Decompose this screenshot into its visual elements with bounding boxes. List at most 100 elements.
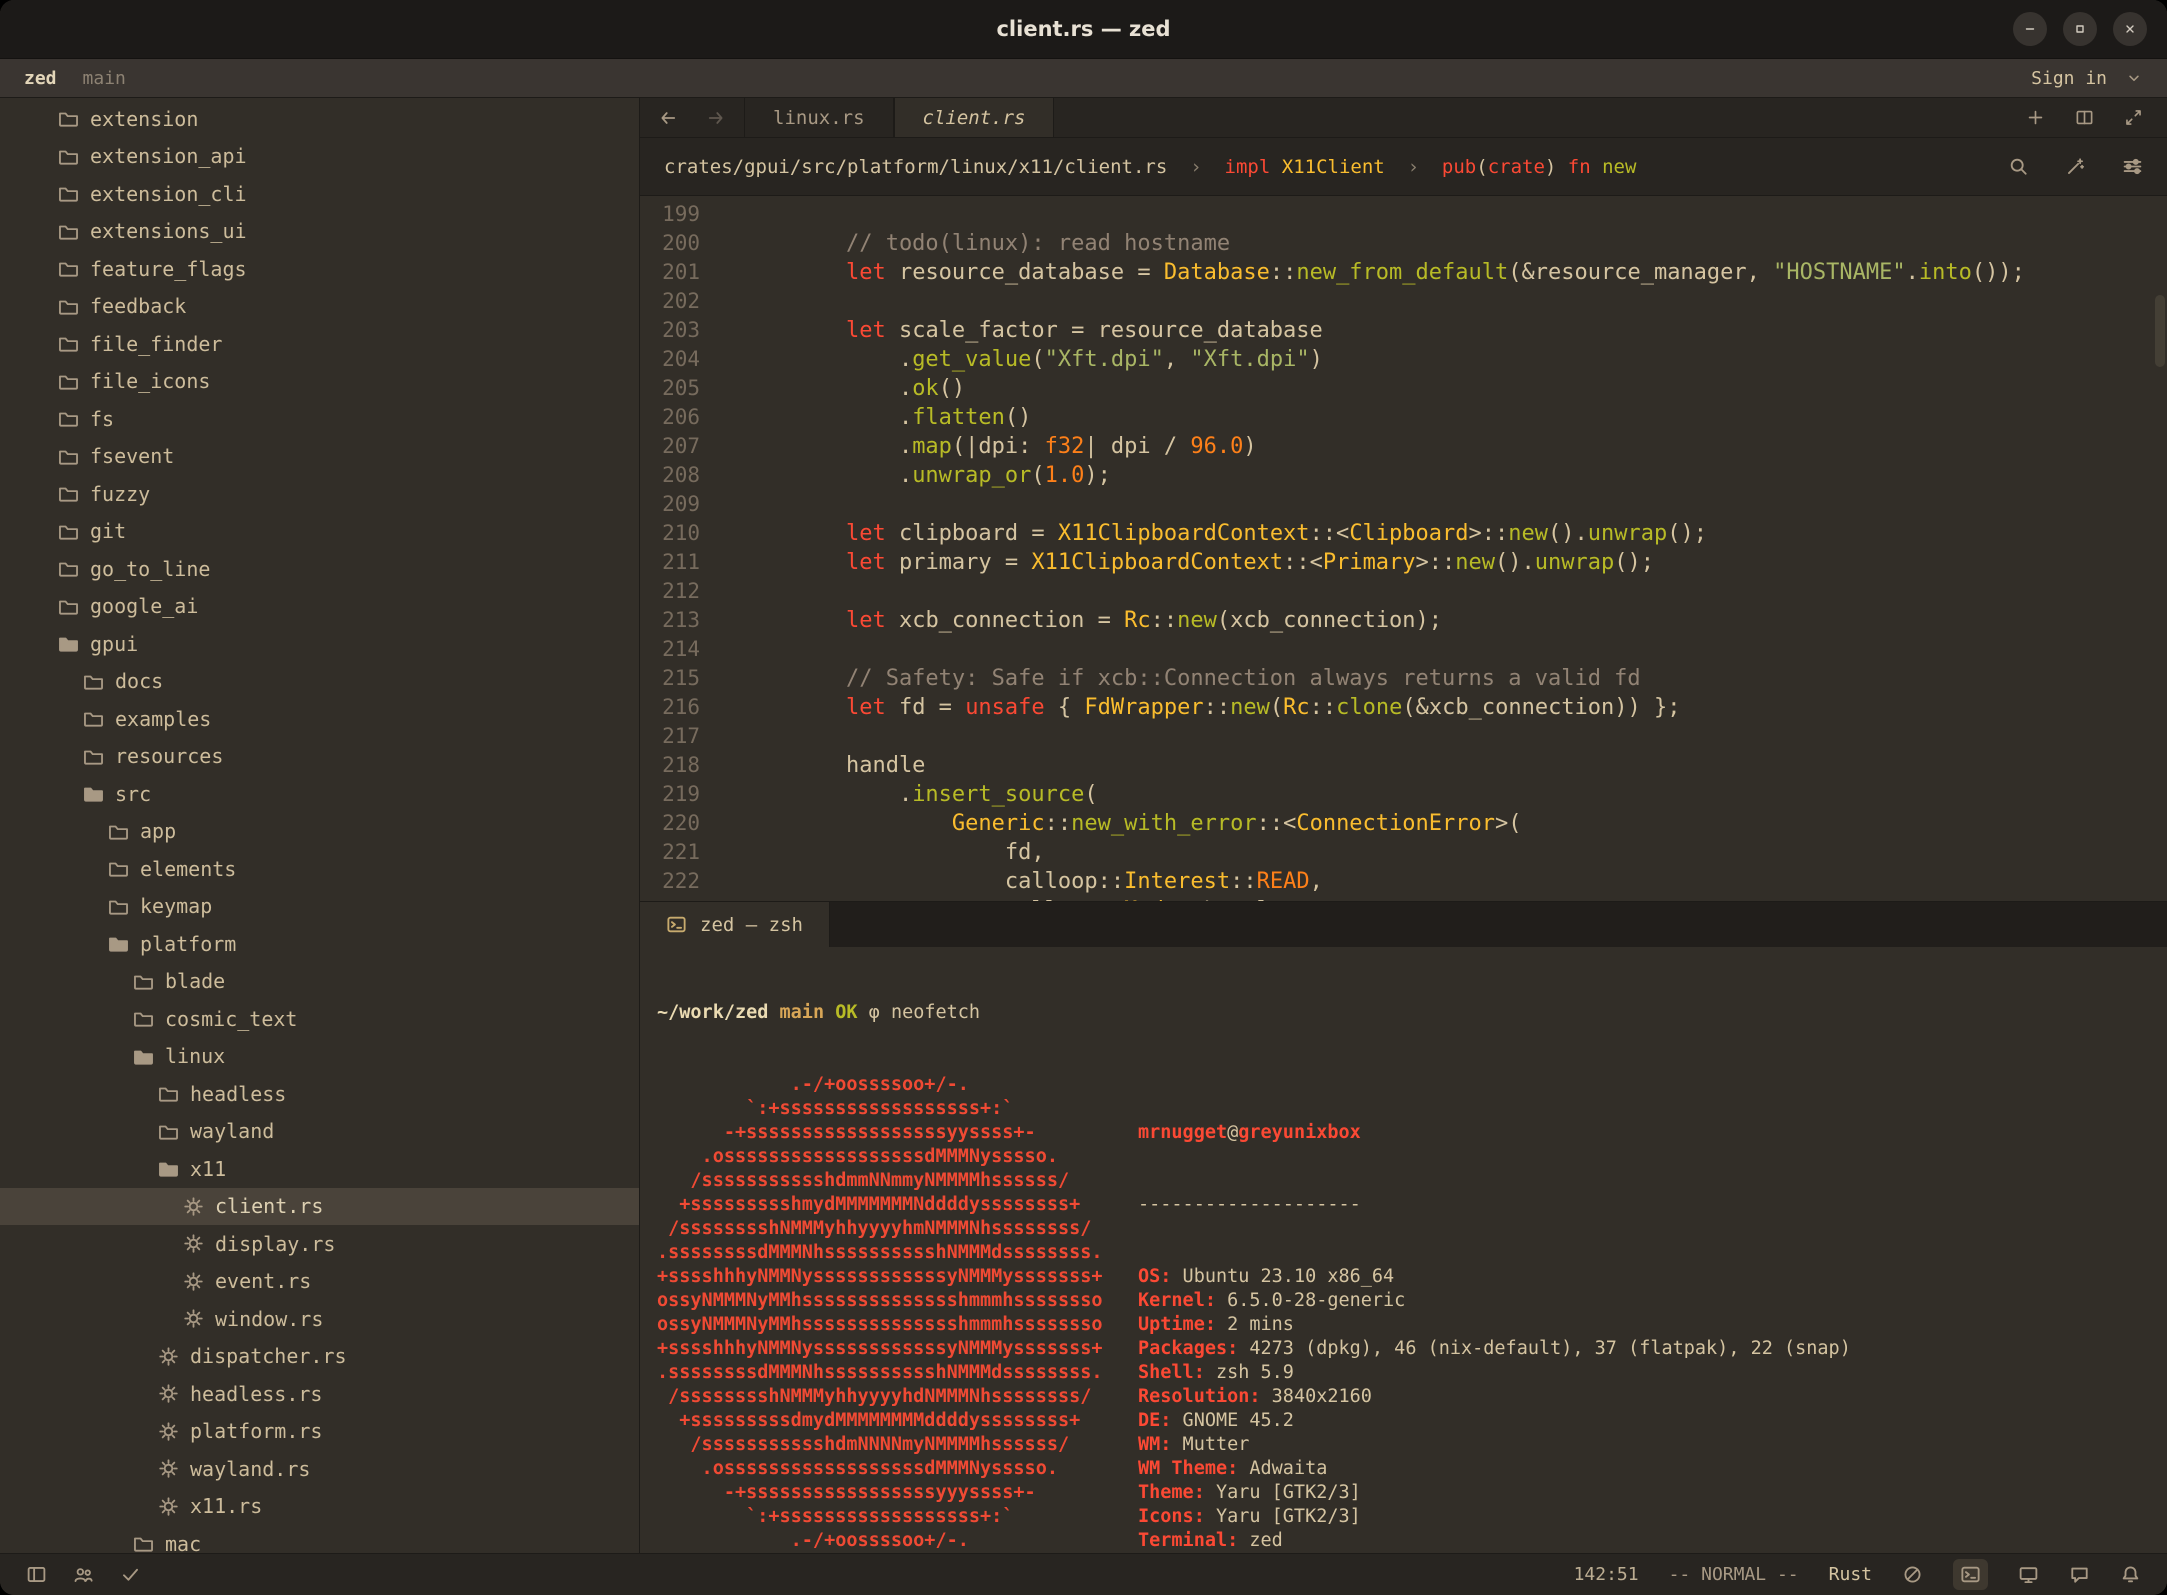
tree-item-x11[interactable]: x11 bbox=[0, 1150, 639, 1188]
tree-item-linux[interactable]: linux bbox=[0, 1038, 639, 1076]
terminal-tab[interactable]: zed — zsh bbox=[640, 902, 830, 947]
terminal-panel[interactable]: ~/work/zed main OK φ neofetch .-/+oossss… bbox=[640, 947, 2167, 1553]
tree-item-cosmic_text[interactable]: cosmic_text bbox=[0, 1000, 639, 1038]
code-line-207[interactable]: 207 .map(|dpi: f32| dpi / 96.0) bbox=[640, 432, 2167, 461]
tree-item-platform[interactable]: platform bbox=[0, 925, 639, 963]
minimize-button[interactable] bbox=[2013, 12, 2047, 46]
tree-item-extensions_ui[interactable]: extensions_ui bbox=[0, 213, 639, 251]
code-line-205[interactable]: 205 .ok() bbox=[640, 374, 2167, 403]
nav-back-button[interactable] bbox=[658, 108, 678, 128]
code-line-211[interactable]: 211 let primary = X11ClipboardContext::<… bbox=[640, 548, 2167, 577]
code-line-214[interactable]: 214 bbox=[640, 635, 2167, 664]
tree-item-blade[interactable]: blade bbox=[0, 963, 639, 1001]
collaboration-icon[interactable] bbox=[73, 1564, 94, 1585]
notifications-bell-icon[interactable] bbox=[2120, 1564, 2141, 1585]
split-pane-button[interactable] bbox=[2075, 108, 2094, 127]
tree-item-headless-rs[interactable]: headless.rs bbox=[0, 1375, 639, 1413]
code-line-201[interactable]: 201 let resource_database = Database::ne… bbox=[640, 258, 2167, 287]
editor-scrollbar[interactable] bbox=[2153, 196, 2167, 901]
tab-client-rs[interactable]: client.rs bbox=[894, 98, 1055, 137]
tree-item-headless[interactable]: headless bbox=[0, 1075, 639, 1113]
code-line-199[interactable]: 199 bbox=[640, 200, 2167, 229]
tree-item-extension_cli[interactable]: extension_cli bbox=[0, 175, 639, 213]
code-line-216[interactable]: 216 let fd = unsafe { FdWrapper::new(Rc:… bbox=[640, 693, 2167, 722]
feedback-icon[interactable] bbox=[2069, 1564, 2090, 1585]
code-line-213[interactable]: 213 let xcb_connection = Rc::new(xcb_con… bbox=[640, 606, 2167, 635]
tree-item-google_ai[interactable]: google_ai bbox=[0, 588, 639, 626]
tree-item-x11-rs[interactable]: x11.rs bbox=[0, 1488, 639, 1526]
breadcrumb[interactable]: crates/gpui/src/platform/linux/x11/clien… bbox=[640, 138, 2167, 196]
tree-item-app[interactable]: app bbox=[0, 813, 639, 851]
code-line-220[interactable]: 220 Generic::new_with_error::<Connection… bbox=[640, 809, 2167, 838]
code-line-219[interactable]: 219 .insert_source( bbox=[640, 780, 2167, 809]
tree-item-extension_api[interactable]: extension_api bbox=[0, 138, 639, 176]
code-line-215[interactable]: 215 // Safety: Safe if xcb::Connection a… bbox=[640, 664, 2167, 693]
code-line-204[interactable]: 204 .get_value("Xft.dpi", "Xft.dpi") bbox=[640, 345, 2167, 374]
search-icon[interactable] bbox=[2008, 156, 2029, 177]
maximize-button[interactable] bbox=[2063, 12, 2097, 46]
code-line-202[interactable]: 202 bbox=[640, 287, 2167, 316]
tree-item-event-rs[interactable]: event.rs bbox=[0, 1263, 639, 1301]
code-line-223[interactable]: 223 calloop::Mode::Level, bbox=[640, 896, 2167, 901]
tree-item-elements[interactable]: elements bbox=[0, 850, 639, 888]
tree-item-extension[interactable]: extension bbox=[0, 100, 639, 138]
code-line-206[interactable]: 206 .flatten() bbox=[640, 403, 2167, 432]
tree-item-docs[interactable]: docs bbox=[0, 663, 639, 701]
chevron-down-icon[interactable] bbox=[2125, 69, 2143, 87]
screen-share-icon[interactable] bbox=[2018, 1564, 2039, 1585]
git-branch-button[interactable]: main bbox=[83, 68, 126, 89]
code-line-218[interactable]: 218 handle bbox=[640, 751, 2167, 780]
tree-item-wayland[interactable]: wayland bbox=[0, 1113, 639, 1151]
tree-item-mac[interactable]: mac bbox=[0, 1525, 639, 1553]
language-selector[interactable]: Rust bbox=[1829, 1564, 1872, 1585]
tree-item-git[interactable]: git bbox=[0, 513, 639, 551]
tree-item-wayland-rs[interactable]: wayland.rs bbox=[0, 1450, 639, 1488]
tree-item-fuzzy[interactable]: fuzzy bbox=[0, 475, 639, 513]
scrollbar-thumb[interactable] bbox=[2155, 295, 2165, 367]
code-line-217[interactable]: 217 bbox=[640, 722, 2167, 751]
copilot-icon[interactable] bbox=[1902, 1564, 1923, 1585]
nav-forward-button[interactable] bbox=[706, 108, 726, 128]
folder-open-icon bbox=[83, 783, 104, 804]
editor[interactable]: 199200 // todo(linux): read hostname201 … bbox=[640, 196, 2167, 901]
code-line-209[interactable]: 209 bbox=[640, 490, 2167, 519]
sign-in-button[interactable]: Sign in bbox=[2031, 68, 2107, 89]
diagnostics-check-icon[interactable] bbox=[120, 1564, 141, 1585]
tree-item-platform-rs[interactable]: platform.rs bbox=[0, 1413, 639, 1451]
zoom-pane-button[interactable] bbox=[2124, 108, 2143, 127]
code-line-210[interactable]: 210 let clipboard = X11ClipboardContext:… bbox=[640, 519, 2167, 548]
tree-item-file_finder[interactable]: file_finder bbox=[0, 325, 639, 363]
code-actions-icon[interactable] bbox=[2065, 156, 2086, 177]
tree-item-client-rs[interactable]: client.rs bbox=[0, 1188, 639, 1226]
code-line-200[interactable]: 200 // todo(linux): read hostname bbox=[640, 229, 2167, 258]
code-line-222[interactable]: 222 calloop::Interest::READ, bbox=[640, 867, 2167, 896]
project-panel-toggle-icon[interactable] bbox=[26, 1564, 47, 1585]
tree-item-fs[interactable]: fs bbox=[0, 400, 639, 438]
terminal-toggle-icon[interactable] bbox=[1953, 1559, 1988, 1590]
tree-item-label: blade bbox=[165, 969, 225, 993]
tree-item-window-rs[interactable]: window.rs bbox=[0, 1300, 639, 1338]
tree-item-dispatcher-rs[interactable]: dispatcher.rs bbox=[0, 1338, 639, 1376]
tree-item-keymap[interactable]: keymap bbox=[0, 888, 639, 926]
close-button[interactable] bbox=[2113, 12, 2147, 46]
new-tab-button[interactable] bbox=[2026, 108, 2045, 127]
editor-settings-icon[interactable] bbox=[2122, 156, 2143, 177]
tree-item-feedback[interactable]: feedback bbox=[0, 288, 639, 326]
tree-item-resources[interactable]: resources bbox=[0, 738, 639, 776]
tree-item-gpui[interactable]: gpui bbox=[0, 625, 639, 663]
project-name-button[interactable]: zed bbox=[24, 68, 57, 89]
code-line-221[interactable]: 221 fd, bbox=[640, 838, 2167, 867]
code-line-208[interactable]: 208 .unwrap_or(1.0); bbox=[640, 461, 2167, 490]
tree-item-feature_flags[interactable]: feature_flags bbox=[0, 250, 639, 288]
code-line-212[interactable]: 212 bbox=[640, 577, 2167, 606]
tree-item-src[interactable]: src bbox=[0, 775, 639, 813]
tree-item-fsevent[interactable]: fsevent bbox=[0, 438, 639, 476]
cursor-position[interactable]: 142:51 bbox=[1574, 1564, 1639, 1585]
titlebar[interactable]: client.rs — zed bbox=[0, 0, 2167, 59]
tree-item-display-rs[interactable]: display.rs bbox=[0, 1225, 639, 1263]
code-line-203[interactable]: 203 let scale_factor = resource_database bbox=[640, 316, 2167, 345]
tab-linux-rs[interactable]: linux.rs bbox=[744, 98, 894, 137]
tree-item-examples[interactable]: examples bbox=[0, 700, 639, 738]
tree-item-file_icons[interactable]: file_icons bbox=[0, 363, 639, 401]
tree-item-go_to_line[interactable]: go_to_line bbox=[0, 550, 639, 588]
